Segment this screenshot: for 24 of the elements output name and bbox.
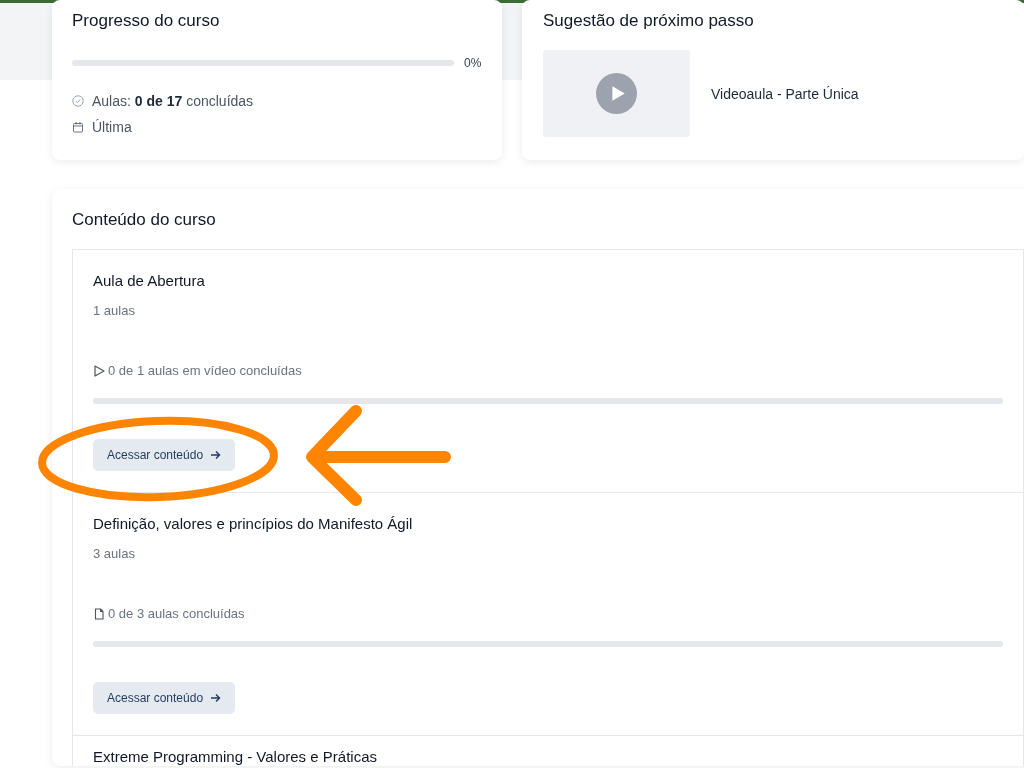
lessons-completed-text: Aulas: 0 de 17 concluídas xyxy=(92,92,254,111)
progress-percent: 0% xyxy=(464,56,482,70)
section-title: Conteúdo do curso xyxy=(72,209,217,231)
module-title: Extreme Programming - Valores e Práticas xyxy=(93,748,378,766)
play-icon xyxy=(596,73,637,114)
access-content-button[interactable]: Acessar conteúdo xyxy=(93,439,236,471)
lesson-title[interactable]: Videoaula - Parte Única xyxy=(711,85,859,102)
access-content-button[interactable]: Acessar conteúdo xyxy=(93,682,236,714)
check-circle-icon xyxy=(72,95,84,107)
card-title: Sugestão de próximo passo xyxy=(543,10,755,32)
play-icon xyxy=(93,365,105,377)
document-icon xyxy=(93,608,105,620)
card-title: Progresso do curso xyxy=(72,10,221,32)
module-title: Definição, valores e princípios do Manifesto Ágil xyxy=(93,514,414,534)
arrow-right-icon xyxy=(210,450,222,460)
module-title: Aula de Abertura xyxy=(93,271,206,291)
arrow-right-icon xyxy=(210,693,222,703)
module-progress-text: 0 de 3 aulas concluídas xyxy=(108,605,245,623)
module-progress-text: 0 de 1 aulas em vídeo concluídas xyxy=(108,362,302,380)
last-access-text: Última xyxy=(92,118,132,137)
video-thumbnail[interactable] xyxy=(543,50,690,137)
calendar-icon xyxy=(72,121,84,133)
lesson-count: 3 aulas xyxy=(93,545,136,563)
lesson-count: 1 aulas xyxy=(93,302,136,320)
